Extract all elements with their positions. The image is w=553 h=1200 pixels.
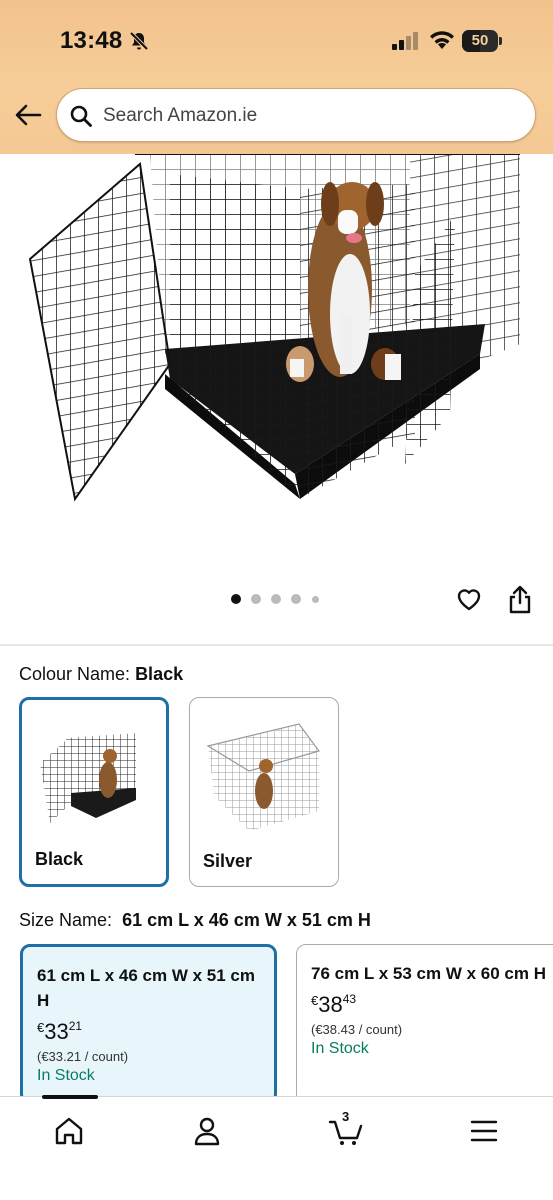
- search-bar[interactable]: [56, 88, 536, 142]
- cart-tab[interactable]: 3: [328, 1109, 364, 1149]
- colour-option-black[interactable]: Black: [19, 697, 169, 887]
- carousel-dot[interactable]: [231, 594, 241, 604]
- status-bar: 13:48 50: [0, 0, 553, 80]
- header: 13:48 50: [0, 0, 553, 154]
- black-crate-thumbnail: [40, 733, 136, 823]
- battery-percent: 50: [471, 32, 489, 49]
- colour-selected-value: Black: [135, 664, 184, 684]
- unit-price: (€33.21 / count): [37, 1049, 129, 1064]
- size-name-label: Size Name:: [19, 910, 113, 930]
- cart-count: 3: [342, 1109, 350, 1124]
- silent-bell-icon: [129, 31, 149, 51]
- silver-crate-thumbnail: [206, 723, 320, 831]
- menu-icon[interactable]: [466, 1113, 502, 1149]
- size-option-price: €3321: [37, 1019, 83, 1044]
- unit-price: (€38.43 / count): [311, 1022, 403, 1037]
- stock-status: In Stock: [311, 1040, 369, 1057]
- section-divider: [0, 644, 553, 646]
- carousel-dot[interactable]: [291, 594, 301, 604]
- account-icon[interactable]: [189, 1113, 225, 1149]
- wifi-icon: [430, 31, 454, 49]
- carousel-dot[interactable]: [251, 594, 261, 604]
- size-option-name: 61 cm L x 46 cm W x 51 cm H: [37, 966, 255, 1010]
- colour-name-row: Colour Name: Black: [19, 664, 183, 685]
- search-icon: [70, 105, 92, 127]
- carousel-dot[interactable]: [312, 596, 319, 603]
- stock-status: In Stock: [37, 1067, 95, 1084]
- home-icon[interactable]: [51, 1113, 87, 1149]
- search-input[interactable]: [103, 102, 503, 130]
- active-tab-indicator: [42, 1095, 98, 1099]
- size-option-name: 76 cm L x 53 cm W x 60 cm H: [311, 964, 546, 983]
- heart-icon[interactable]: [455, 585, 483, 613]
- size-option-price: €3843: [311, 992, 357, 1017]
- size-selected-value: 61 cm L x 46 cm W x 51 cm H: [122, 910, 371, 930]
- share-icon[interactable]: [507, 585, 533, 615]
- status-time: 13:48: [60, 27, 123, 54]
- carousel-dot[interactable]: [271, 594, 281, 604]
- size-option-61cm[interactable]: 61 cm L x 46 cm W x 51 cm H €3321 (€33.2…: [20, 944, 277, 1104]
- size-option-76cm[interactable]: 76 cm L x 53 cm W x 60 cm H €3843 (€38.4…: [296, 944, 553, 1104]
- colour-option-silver[interactable]: Silver: [189, 697, 339, 887]
- bottom-tab-bar: 3: [0, 1095, 553, 1200]
- colour-option-label: Black: [35, 849, 84, 869]
- battery-indicator: 50: [462, 30, 502, 52]
- size-name-row: Size Name: 61 cm L x 46 cm W x 51 cm H: [19, 910, 371, 931]
- image-carousel-dots[interactable]: [231, 594, 331, 606]
- colour-option-label: Silver: [203, 851, 253, 871]
- colour-name-label: Colour Name:: [19, 664, 131, 684]
- signal-icon: [392, 32, 418, 50]
- product-image[interactable]: [0, 154, 553, 584]
- back-arrow-icon[interactable]: [13, 102, 43, 128]
